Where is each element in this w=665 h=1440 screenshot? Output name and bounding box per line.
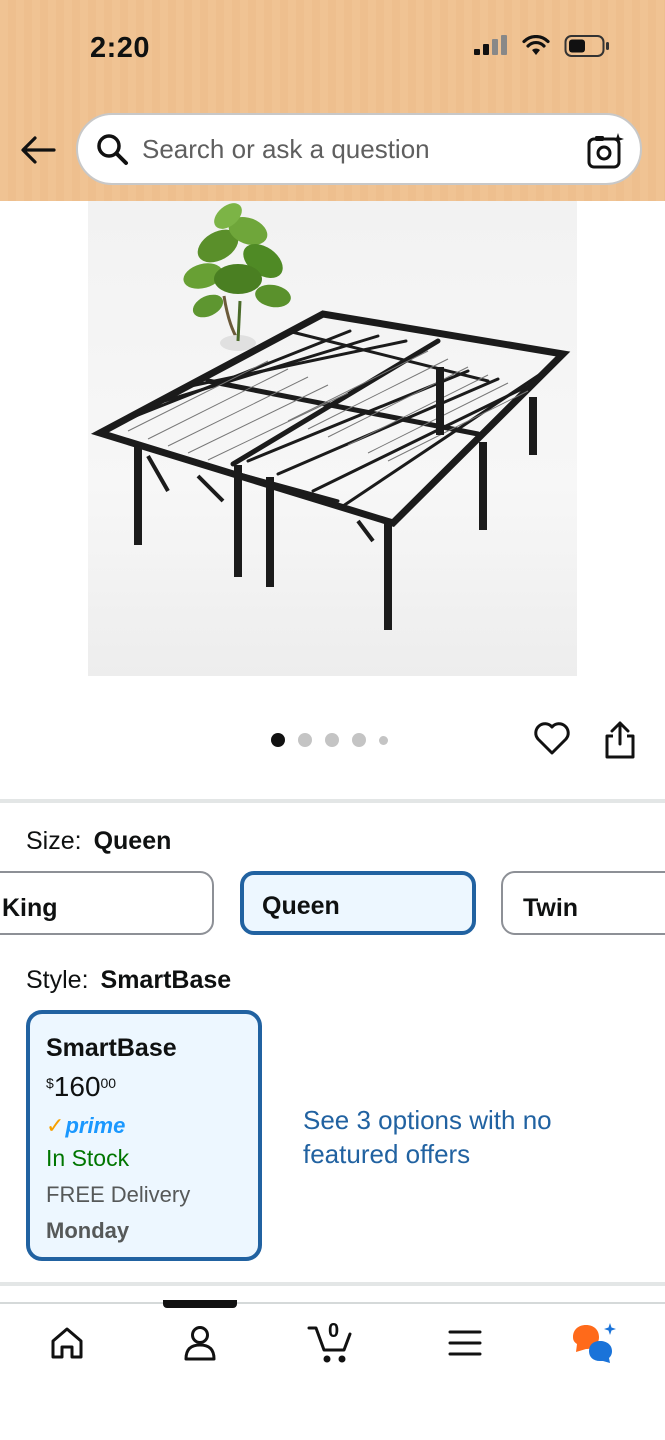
- status-time: 2:20: [90, 32, 151, 64]
- delivery-day: Monday: [46, 1218, 130, 1243]
- camera-lens-icon[interactable]: [586, 131, 626, 171]
- size-option-king[interactable]: King: [0, 871, 214, 935]
- product-image[interactable]: [88, 201, 577, 676]
- style-row: Style: SmartBase: [26, 966, 231, 995]
- share-icon[interactable]: [602, 720, 638, 760]
- cart-count: 0: [328, 1320, 340, 1342]
- product-page: 2:20 Search or ask a question Size: Quee…: [0, 0, 665, 1440]
- prime-label: prime: [65, 1113, 126, 1138]
- pagination-dot[interactable]: [325, 733, 339, 747]
- price: $ 160 00: [46, 1071, 258, 1103]
- section-divider: [0, 1282, 665, 1286]
- bed-frame-image: [90, 203, 571, 630]
- heart-icon[interactable]: [532, 718, 572, 758]
- size-selected-value: Queen: [93, 827, 172, 855]
- style-card-title: SmartBase: [46, 1034, 177, 1062]
- battery-icon: [564, 35, 609, 57]
- pagination-dot[interactable]: [298, 733, 312, 747]
- pagination-dot[interactable]: [271, 733, 285, 747]
- size-option-label: Twin: [523, 894, 579, 922]
- pagination-dot[interactable]: [379, 735, 388, 745]
- prime-check-icon: ✓: [46, 1113, 65, 1138]
- nav-account[interactable]: [175, 1318, 225, 1368]
- account-icon: [184, 1326, 216, 1361]
- style-selected-value: SmartBase: [100, 966, 232, 994]
- price-currency: $: [46, 1075, 54, 1091]
- price-fraction: 00: [100, 1075, 117, 1091]
- search-bar[interactable]: [76, 113, 642, 185]
- price-whole: 160: [53, 1071, 101, 1102]
- availability-status: In Stock: [46, 1145, 130, 1171]
- pagination-dot[interactable]: [352, 733, 366, 747]
- nav-menu[interactable]: [440, 1318, 490, 1368]
- size-option-label: Queen: [262, 892, 340, 920]
- style-option-card[interactable]: SmartBase $ 160 00 ✓ prime In Stock FREE…: [26, 1010, 262, 1261]
- search-icon: [97, 134, 128, 165]
- size-label: Size:: [26, 827, 82, 855]
- section-divider: [0, 799, 665, 803]
- size-option-twin[interactable]: Twin: [501, 871, 665, 935]
- home-icon: [51, 1327, 83, 1359]
- back-button[interactable]: [18, 130, 58, 170]
- menu-icon: [448, 1330, 482, 1356]
- size-option-label: King: [2, 894, 58, 922]
- nav-cart[interactable]: 0: [306, 1318, 356, 1368]
- prime-badge: ✓ prime: [46, 1113, 258, 1139]
- plant-illustration: [183, 203, 291, 351]
- image-pagination[interactable]: [271, 733, 388, 747]
- rufus-icon: [573, 1323, 616, 1363]
- nav-active-indicator: [163, 1300, 237, 1308]
- status-icons: [474, 34, 610, 58]
- size-row: Size: Queen: [26, 827, 171, 856]
- delivery-info: FREE Delivery: [46, 1182, 191, 1207]
- see-options-link[interactable]: See 3 options with no featured offers: [303, 1103, 563, 1171]
- nav-rufus[interactable]: [570, 1318, 620, 1368]
- search-input[interactable]: [142, 133, 572, 165]
- style-label: Style:: [26, 966, 89, 994]
- signal-icon: [474, 35, 507, 55]
- nav-home[interactable]: [42, 1318, 92, 1368]
- size-option-queen[interactable]: Queen: [240, 871, 476, 935]
- header: 2:20: [0, 0, 665, 201]
- back-arrow-icon: [21, 136, 56, 164]
- wifi-icon: [522, 35, 550, 55]
